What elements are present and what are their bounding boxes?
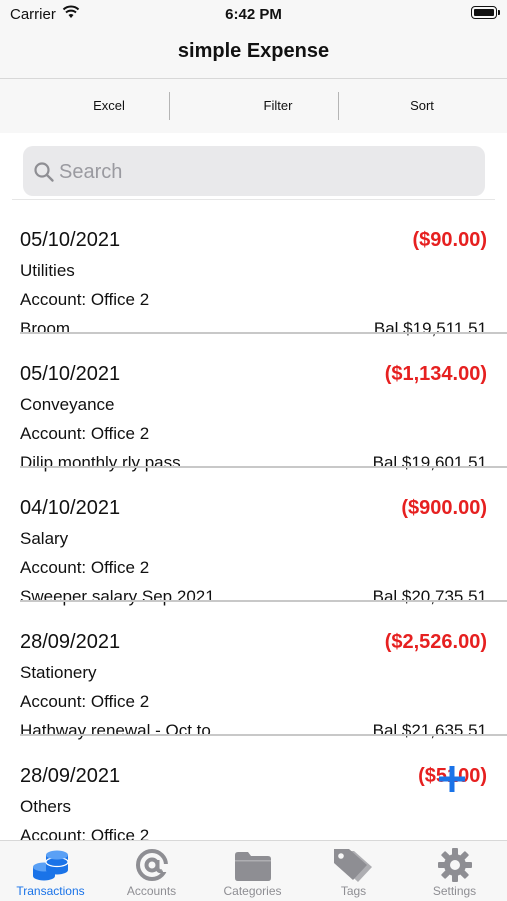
search-area: Search (12, 143, 495, 200)
transaction-account: Account: Office 2 (20, 558, 150, 577)
excel-button[interactable]: Excel (25, 79, 193, 133)
tab-tags[interactable]: Tags (303, 841, 404, 901)
transaction-amount: ($2,526.00) (384, 631, 487, 653)
transaction-account: Account: Office 2 (20, 290, 150, 309)
navigation-bar: simple Expense (0, 28, 507, 79)
transaction-row[interactable]: 04/10/2021 ($900.00) Salary Account: Off… (0, 468, 507, 606)
transaction-date: 05/10/2021 (20, 229, 121, 251)
add-transaction-button[interactable] (438, 765, 466, 793)
transaction-row[interactable]: 28/09/2021 ($2,526.00) Stationery Accoun… (0, 602, 507, 740)
transaction-amount: ($1,134.00) (384, 363, 487, 385)
filter-button[interactable]: Filter (194, 79, 362, 133)
transaction-account: Account: Office 2 (20, 692, 150, 711)
transaction-category: Conveyance (20, 395, 115, 414)
transaction-row[interactable]: 05/10/2021 ($1,134.00) Conveyance Accoun… (0, 334, 507, 472)
transaction-amount: ($900.00) (401, 497, 487, 519)
transaction-account: Account: Office 2 (20, 424, 150, 443)
transaction-date: 04/10/2021 (20, 497, 121, 519)
transaction-category: Others (20, 797, 72, 816)
search-icon (33, 161, 55, 188)
clock: 6:42 PM (225, 6, 282, 23)
tab-label: Categories (223, 884, 282, 898)
transaction-date: 28/09/2021 (20, 631, 121, 653)
transaction-amount: ($90.00) (412, 229, 488, 251)
gear-icon (437, 847, 473, 888)
transaction-account: Account: Office 2 (20, 826, 150, 840)
transaction-category: Salary (20, 529, 69, 548)
transaction-category: Stationery (20, 663, 97, 682)
plus-icon (439, 766, 465, 792)
transaction-list[interactable]: 05/10/2021 ($90.00) Utilities Account: O… (0, 200, 507, 840)
search-input[interactable]: Search (23, 146, 485, 196)
transaction-row[interactable]: 05/10/2021 ($90.00) Utilities Account: O… (0, 200, 507, 338)
battery-icon (471, 6, 500, 19)
sort-button[interactable]: Sort (338, 79, 506, 133)
tab-label: Tags (340, 884, 367, 898)
page-title: simple Expense (177, 40, 330, 62)
search-placeholder: Search (59, 161, 123, 183)
tab-transactions[interactable]: Transactions (0, 841, 101, 901)
status-bar: Carrier 6:42 PM (0, 0, 507, 28)
tab-accounts[interactable]: Accounts (101, 841, 202, 901)
tab-label: Transactions (16, 884, 85, 898)
transaction-row[interactable]: 28/09/2021 ($5100) Others Account: Offic… (0, 736, 507, 840)
tab-categories[interactable]: Categories (202, 841, 303, 901)
tab-label: Accounts (126, 884, 177, 898)
toolbar: Excel Filter Sort (0, 79, 507, 133)
tab-label: Settings (432, 884, 477, 898)
at-sign-icon (134, 847, 170, 888)
transaction-date: 28/09/2021 (20, 765, 121, 787)
tab-bar: Transactions Accounts Categories Tags Se… (0, 840, 507, 901)
toolbar-divider (169, 92, 170, 120)
coins-stack-icon (31, 847, 71, 888)
transaction-category: Utilities (20, 261, 75, 280)
transaction-date: 05/10/2021 (20, 363, 121, 385)
tab-settings[interactable]: Settings (404, 841, 505, 901)
folder-icon (233, 847, 273, 888)
